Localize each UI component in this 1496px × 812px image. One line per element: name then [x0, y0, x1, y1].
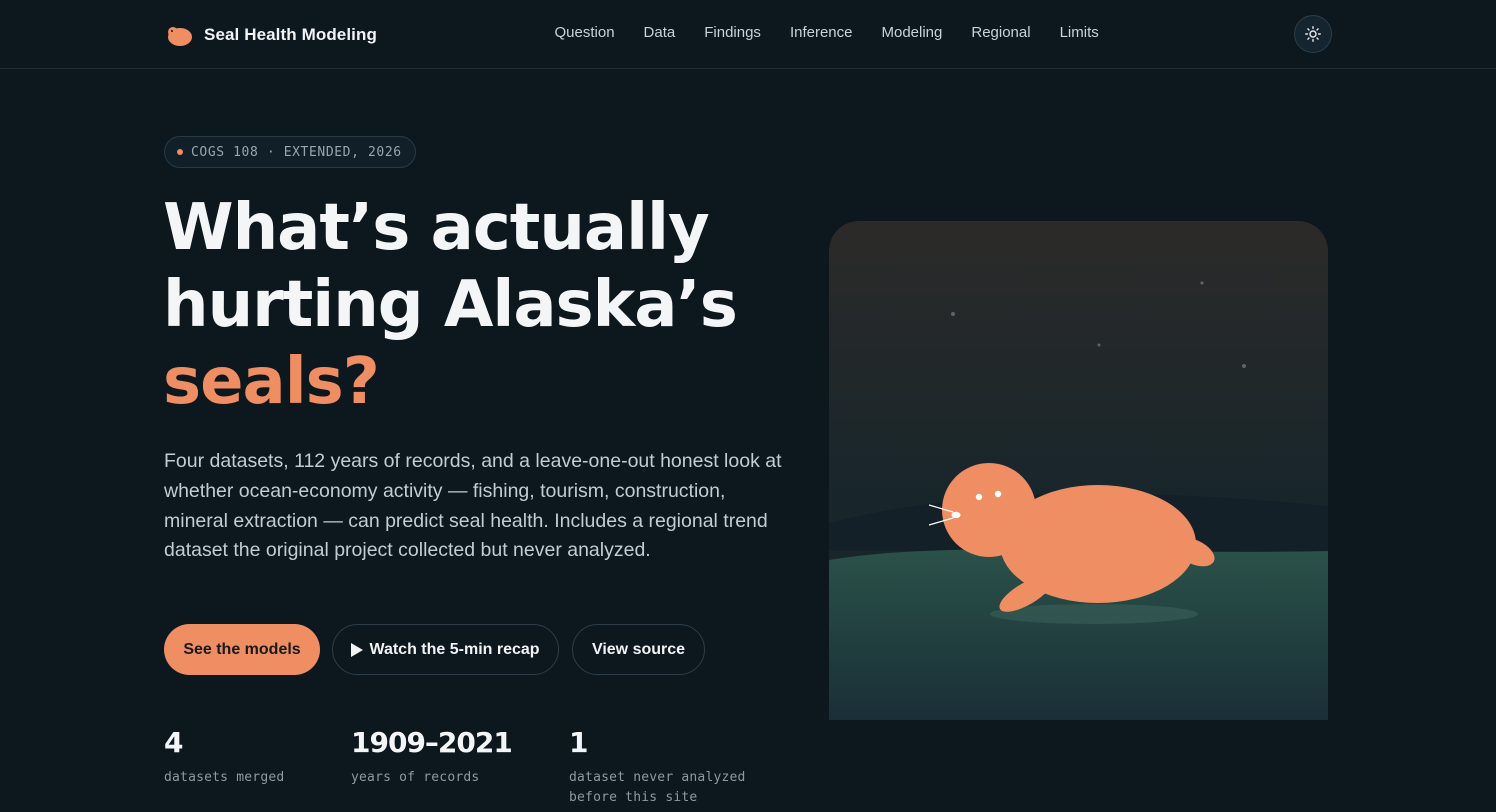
- main-nav: Question Data Findings Inference Modelin…: [540, 22, 1113, 43]
- nav-link-question[interactable]: Question: [540, 22, 629, 43]
- stat-datasets: 4 datasets merged: [164, 726, 284, 788]
- see-models-button[interactable]: See the models: [164, 624, 320, 675]
- nav-link-inference[interactable]: Inference: [775, 22, 867, 43]
- stat-value: 1909–2021: [351, 726, 513, 759]
- watch-recap-button[interactable]: Watch the 5-min recap: [332, 624, 559, 675]
- stat-label: years of records: [351, 770, 480, 785]
- star: [1242, 364, 1246, 368]
- hero-description: Four datasets, 112 years of records, and…: [164, 450, 782, 562]
- nav-link-findings[interactable]: Findings: [690, 22, 776, 43]
- nav-link-data[interactable]: Data: [629, 22, 690, 43]
- star: [951, 312, 955, 316]
- sun-icon: [1305, 26, 1321, 42]
- badge-label: COGS 108 · EXTENDED, 2026: [191, 144, 402, 160]
- headline-line-1: What’s actually: [163, 191, 710, 265]
- top-nav: Seal Health Modeling Question Data Findi…: [0, 0, 1496, 69]
- theme-toggle-button[interactable]: [1294, 15, 1332, 53]
- badge-dot: [177, 149, 183, 155]
- view-source-button[interactable]: View source: [572, 624, 705, 675]
- star: [1200, 281, 1204, 285]
- stat-unanalyzed: 1 dataset never analyzed before this sit…: [569, 726, 769, 808]
- headline-line-2: hurting Alaska’s: [163, 268, 738, 342]
- seal-illustration: [829, 221, 1328, 720]
- stat-label: dataset never analyzed before this site: [569, 770, 746, 805]
- course-badge: COGS 108 · EXTENDED, 2026: [164, 136, 416, 168]
- brand[interactable]: Seal Health Modeling: [164, 20, 377, 50]
- nav-link-modeling[interactable]: Modeling: [867, 22, 957, 43]
- play-icon: [351, 642, 364, 657]
- brand-name: Seal Health Modeling: [204, 25, 377, 44]
- stat-value: 4: [164, 726, 183, 759]
- watch-recap-label: Watch the 5-min recap: [369, 640, 540, 658]
- page-title: What’s actually hurting Alaska’s seals?: [163, 190, 803, 421]
- star: [1097, 343, 1101, 347]
- stat-value: 1: [569, 726, 588, 759]
- stat-label: datasets merged: [164, 770, 285, 785]
- stat-years: 1909–2021 years of records: [351, 726, 513, 788]
- headline-accent: seals?: [163, 345, 380, 419]
- nav-link-limits[interactable]: Limits: [1045, 22, 1113, 43]
- seal-logo-icon: [168, 27, 192, 46]
- nav-link-regional[interactable]: Regional: [957, 22, 1045, 43]
